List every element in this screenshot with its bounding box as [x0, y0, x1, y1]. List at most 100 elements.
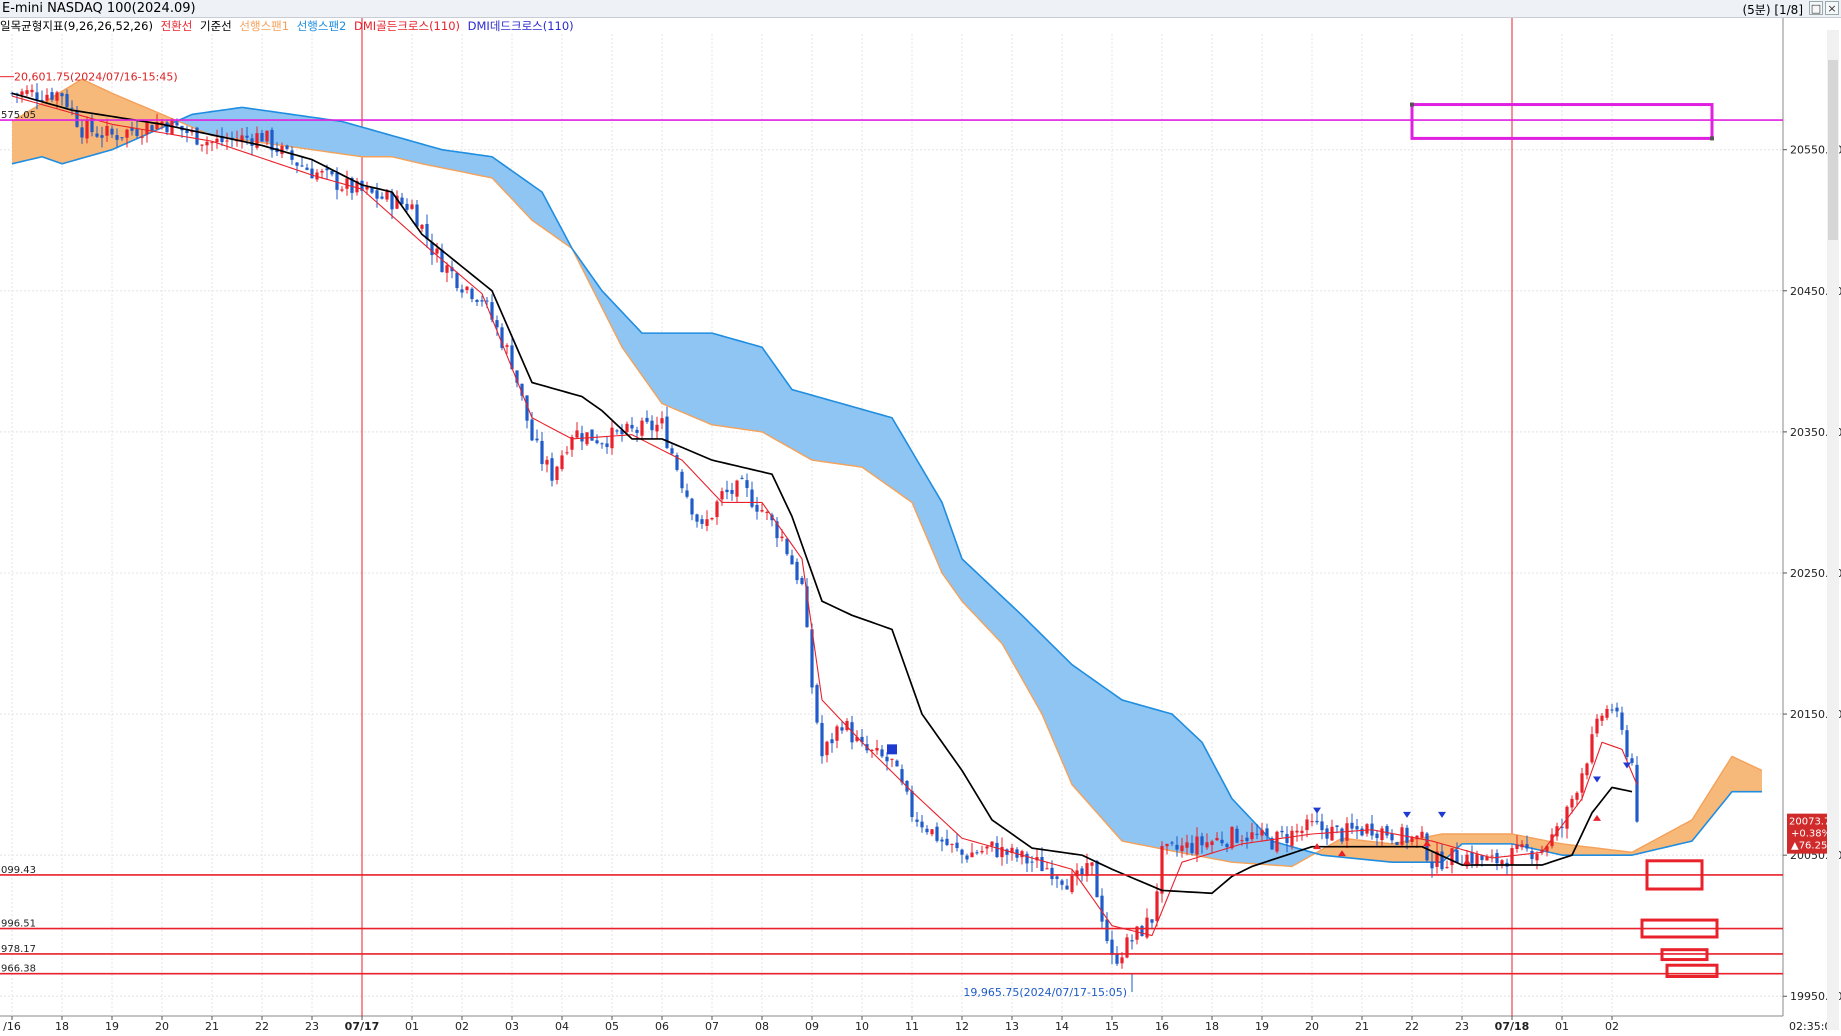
- candle-body: [1215, 837, 1219, 841]
- candle-body: [145, 122, 149, 135]
- x-tick-label: 20: [1305, 1020, 1319, 1033]
- level-label: 099.43: [1, 865, 36, 876]
- candle-body: [435, 248, 439, 254]
- candle-body: [1590, 734, 1594, 763]
- cloud-segment: [1157, 709, 1162, 849]
- candle-body: [910, 790, 914, 817]
- candle-body: [955, 842, 959, 849]
- candle-body: [1490, 855, 1494, 857]
- price-chart[interactable]: 19950.0020050.0020150.0020250.0020350.00…: [0, 0, 1841, 1036]
- zone-handle: [1410, 102, 1414, 107]
- candle-body: [1285, 834, 1289, 844]
- candle-body: [1210, 841, 1214, 845]
- candle-body: [1265, 828, 1269, 836]
- candle-body: [1000, 846, 1004, 858]
- cloud-segment: [867, 410, 872, 475]
- x-tick-label: 19: [105, 1020, 119, 1033]
- candle-body: [560, 455, 564, 469]
- candle-body: [140, 136, 144, 138]
- candle-body: [200, 144, 204, 146]
- candle-body: [615, 430, 619, 432]
- cloud-segment: [1017, 610, 1022, 679]
- low-annotation: 19,965.75(2024/07/17-15:05): [963, 986, 1127, 999]
- candle-body: [1180, 845, 1184, 852]
- cloud-segment: [1007, 601, 1012, 662]
- cloud-segment: [977, 572, 982, 623]
- candle-body: [260, 132, 264, 142]
- cloud-segment: [532, 184, 537, 224]
- cloud-segment: [1107, 689, 1112, 830]
- candle-body: [1060, 880, 1064, 885]
- cloud-segment: [1372, 841, 1377, 861]
- cloud-segment: [1022, 615, 1027, 688]
- candle-body: [800, 578, 804, 584]
- cloud-segment: [907, 443, 912, 503]
- candle-body: [1305, 819, 1309, 831]
- cloud-segment: [1037, 630, 1042, 715]
- cloud-segment: [1142, 705, 1147, 846]
- candle-body: [1025, 853, 1029, 864]
- cloud-segment: [822, 398, 827, 463]
- cloud-segment: [1112, 692, 1117, 836]
- cloud-segment: [232, 108, 237, 140]
- x-tick-label: 02: [1605, 1020, 1619, 1033]
- candle-body: [890, 758, 894, 760]
- candle-body: [1245, 837, 1249, 842]
- cloud-segment: [1562, 843, 1567, 856]
- candle-body: [555, 466, 559, 480]
- candle-body: [1070, 875, 1074, 893]
- candle-body: [445, 265, 449, 273]
- cloud-segment: [1502, 833, 1507, 844]
- candle-body: [365, 186, 369, 190]
- candle-body: [55, 92, 59, 101]
- cloud-segment: [1187, 728, 1192, 855]
- candle-body: [530, 419, 534, 441]
- cloud-segment: [1077, 668, 1082, 796]
- candle-body: [1230, 827, 1234, 849]
- cloud-segment: [227, 108, 232, 139]
- x-tick-label: 18: [55, 1020, 69, 1033]
- candle-body: [715, 501, 719, 518]
- cloud-segment: [722, 335, 727, 427]
- cloud-segment: [702, 333, 707, 423]
- candle-body: [1235, 828, 1239, 843]
- cloud-segment: [392, 135, 397, 158]
- cloud-segment: [1492, 833, 1497, 844]
- candle-body: [670, 448, 674, 454]
- candle-body: [895, 760, 899, 767]
- candle-body: [945, 838, 949, 846]
- candle-body: [680, 471, 684, 489]
- candle-body: [35, 92, 39, 100]
- x-tick-label: 07/18: [1495, 1020, 1530, 1033]
- candle-body: [1625, 730, 1629, 757]
- candle-body: [930, 829, 934, 835]
- cloud-segment: [377, 131, 382, 157]
- candle-body: [1340, 828, 1344, 842]
- cloud-segment: [442, 149, 447, 169]
- candle-body: [785, 538, 789, 555]
- change-pct-label: +0.38%: [1791, 829, 1831, 840]
- candle-body: [125, 129, 129, 138]
- cloud-segment: [797, 390, 802, 455]
- candle-body: [1110, 939, 1114, 955]
- cloud-segment: [757, 345, 762, 432]
- cloud-segment: [347, 122, 352, 156]
- candle-body: [1240, 840, 1244, 842]
- level-label: 978.17: [1, 944, 36, 955]
- cloud-segment: [737, 340, 742, 430]
- cloud-segment: [1152, 708, 1157, 848]
- candle-body: [550, 458, 554, 481]
- candle-body: [830, 739, 834, 744]
- cloud-segment: [672, 333, 677, 411]
- x-tick-label: 19: [1255, 1020, 1269, 1033]
- candle-body: [1390, 833, 1394, 841]
- scrollbar-thumb[interactable]: [1828, 60, 1838, 240]
- candle-body: [455, 272, 459, 289]
- cloud-segment: [387, 134, 392, 157]
- candle-body: [1255, 833, 1259, 835]
- x-tick-label: 04: [555, 1020, 569, 1033]
- candle-body: [285, 145, 289, 149]
- cloud-segment: [1117, 696, 1122, 842]
- cloud-segment: [972, 568, 977, 618]
- candle-body: [1020, 851, 1024, 858]
